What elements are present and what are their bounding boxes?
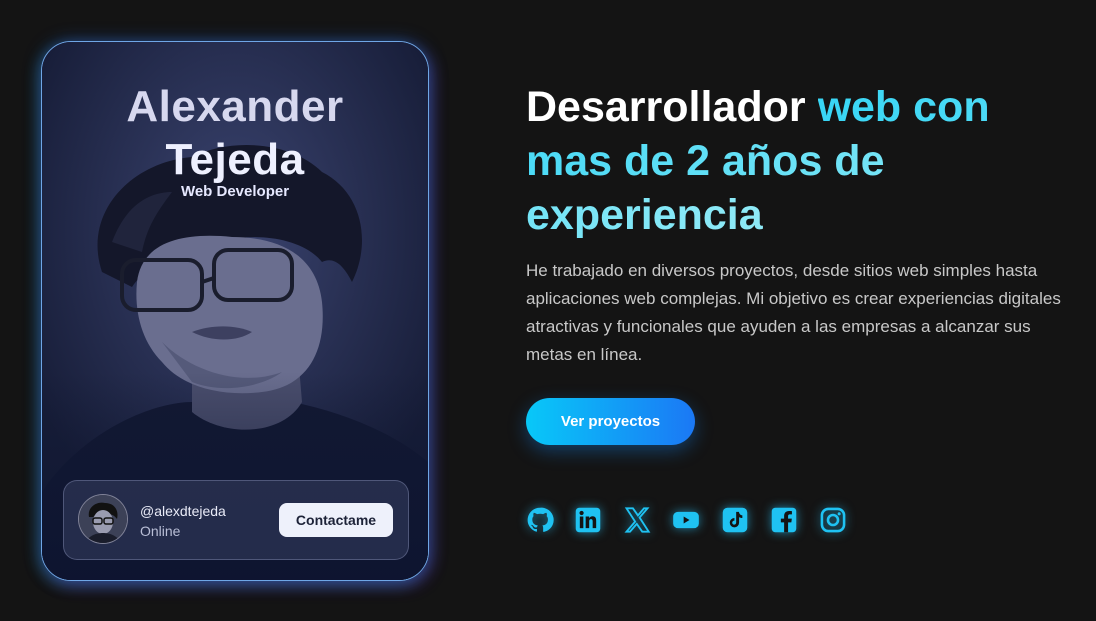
x-icon[interactable]: [623, 506, 651, 534]
contact-button[interactable]: Contactame: [279, 503, 393, 537]
profile-status: Online: [140, 523, 181, 539]
card-role: Web Developer: [180, 183, 290, 200]
profile-handle: @alexdtejeda: [140, 503, 226, 519]
view-projects-button[interactable]: Ver proyectos: [526, 398, 695, 445]
profile-card: Alexander Tejeda Web Developer @alexdtej…: [41, 41, 429, 581]
card-name-last: Tejeda: [165, 135, 305, 184]
avatar: [78, 494, 128, 544]
profile-bar: @alexdtejeda Online Contactame: [63, 480, 409, 560]
facebook-icon[interactable]: [770, 506, 798, 534]
instagram-icon[interactable]: [819, 506, 847, 534]
github-icon[interactable]: [526, 506, 554, 534]
tiktok-icon[interactable]: [721, 506, 749, 534]
linkedin-icon[interactable]: [574, 506, 602, 534]
card-name: Alexander Tejeda: [42, 80, 428, 186]
youtube-icon[interactable]: [672, 506, 700, 534]
headline-part1: Desarrollador: [526, 83, 818, 131]
hero-description: He trabajado en diversos proyectos, desd…: [526, 261, 1061, 364]
hero-headline: Desarrollador web con mas de 2 años de e…: [526, 80, 1066, 242]
card-name-first: Alexander: [126, 82, 344, 131]
